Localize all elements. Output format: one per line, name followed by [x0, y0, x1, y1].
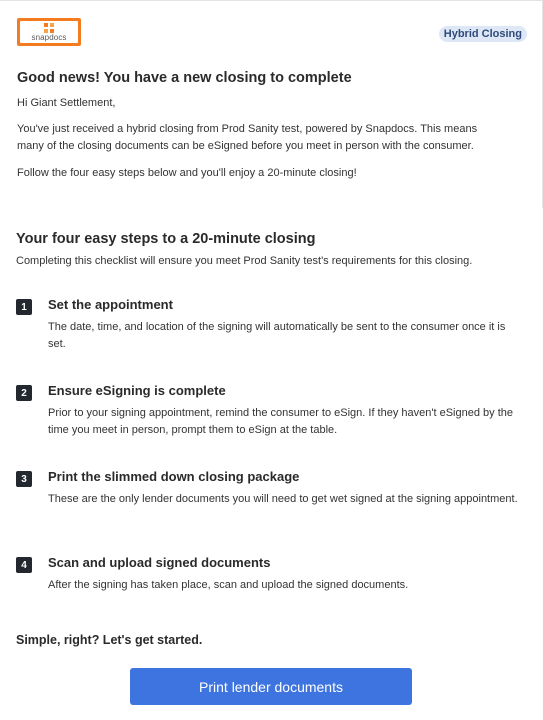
intro-body: You've just received a hybrid closing fr… [17, 123, 478, 152]
step-number: 4 [16, 557, 32, 573]
step-title: Ensure eSigning is complete [48, 383, 226, 398]
closing-text: Simple, right? Let's get started. [16, 633, 203, 647]
step-description: The date, time, and location of the sign… [48, 321, 506, 350]
step-title: Scan and upload signed documents [48, 555, 271, 570]
follow-text: Follow the four easy steps below and you… [17, 167, 357, 179]
intro-title: Good news! You have a new closing to com… [17, 70, 352, 86]
step-number: 2 [16, 385, 32, 401]
snapdocs-logo-icon [44, 22, 54, 33]
snapdocs-logo: snapdocs [17, 18, 81, 46]
intro-card: snapdocs Hybrid Closing Good news! You h… [0, 0, 543, 208]
step-number: 3 [16, 471, 32, 487]
step-number: 1 [16, 299, 32, 315]
steps-subtitle: Completing this checklist will ensure yo… [16, 255, 473, 267]
print-lender-documents-button[interactable]: Print lender documents [130, 668, 412, 705]
steps-title: Your four easy steps to a 20-minute clos… [16, 231, 316, 247]
greeting: Hi Giant Settlement, [17, 97, 116, 109]
logo-text: snapdocs [31, 32, 67, 42]
hybrid-closing-badge: Hybrid Closing [438, 26, 527, 42]
step-description: These are the only lender documents you … [48, 493, 518, 505]
step-description: Prior to your signing appointment, remin… [48, 407, 513, 436]
step-title: Set the appointment [48, 297, 173, 312]
step-description: After the signing has taken place, scan … [48, 579, 409, 591]
step-title: Print the slimmed down closing package [48, 469, 300, 484]
